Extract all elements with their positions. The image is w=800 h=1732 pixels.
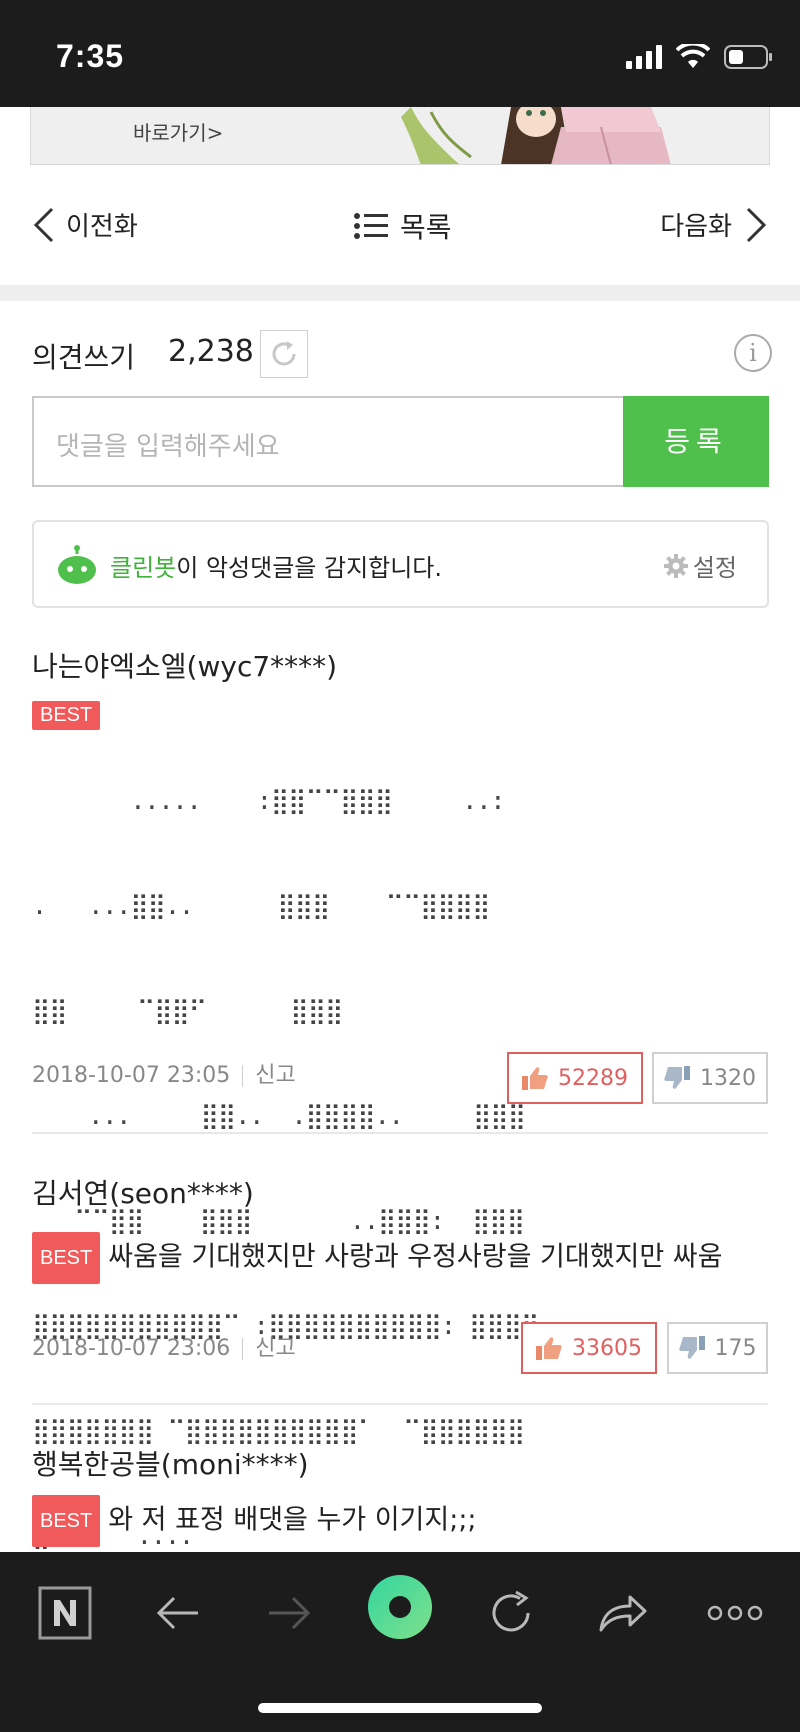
report-link[interactable]: 신고	[255, 1063, 295, 1088]
thumbs-down-icon	[664, 1066, 690, 1089]
comment-meta: 2018-10-07 23:05 신고	[32, 1057, 296, 1089]
episode-list-button[interactable]: 목록	[354, 206, 452, 246]
wifi-icon	[676, 44, 710, 68]
home-indicator[interactable]	[258, 1703, 542, 1713]
cleanbot-settings-button[interactable]: 설정	[663, 548, 737, 583]
like-count: 52289	[558, 1065, 628, 1091]
dislike-button[interactable]: 175	[667, 1322, 768, 1374]
art-line: ... ⣿⣿.. .⣿⣿⣿⣿.. ⣿⣿⣿	[32, 1101, 526, 1130]
forward-button[interactable]	[254, 1578, 324, 1648]
naver-home-button[interactable]	[30, 1578, 100, 1648]
art-line: ..... :⣿⣿⠉⠉⣿⣿⣿ ..:	[32, 786, 505, 815]
status-bar: 7:35	[0, 0, 800, 107]
dislike-count: 175	[714, 1335, 757, 1361]
comment-nickname: 나는야엑소엘(wyc7****)	[32, 650, 338, 683]
dislike-count: 1320	[700, 1065, 756, 1091]
comment-divider	[32, 1403, 768, 1405]
info-icon[interactable]: i	[734, 334, 772, 372]
green-dot-icon	[368, 1575, 432, 1639]
comment-text: 와 저 표정 배댓을 누가 이기지;;;	[108, 1504, 477, 1536]
promo-banner[interactable]: 바로가기>	[30, 107, 770, 165]
cleanbot-icon	[58, 545, 96, 584]
list-icon	[354, 213, 388, 239]
comments-title: 의견쓰기	[32, 341, 136, 374]
submit-comment-button[interactable]: 등록	[623, 396, 769, 487]
comment-body: BEST 싸움을 기대했지만 사랑과 우정사랑을 기대했지만 싸움	[32, 1232, 768, 1284]
naver-logo-icon	[38, 1586, 92, 1640]
dislike-button[interactable]: 1320	[652, 1052, 768, 1104]
banner-illustration	[401, 107, 671, 164]
comment-nickname: 김서연(seon****)	[32, 1177, 254, 1210]
reload-button[interactable]	[476, 1578, 546, 1648]
thumbs-up-icon	[536, 1337, 562, 1360]
comment-input-box: 댓글을 입력해주세요 등록	[32, 396, 769, 487]
comment-nickname: 행복한공블(moni****)	[32, 1448, 309, 1481]
battery-icon	[724, 45, 772, 69]
cleanbot-message: 클린봇이 악성댓글을 감지합니다.	[110, 548, 442, 583]
thumbs-up-icon	[522, 1067, 548, 1090]
reload-icon	[492, 1590, 530, 1632]
report-link[interactable]: 신고	[255, 1336, 295, 1361]
episode-navigation: 이전화 목록 다음화	[0, 200, 800, 256]
gear-icon	[663, 553, 688, 578]
refresh-icon	[272, 341, 296, 366]
best-badge: BEST	[32, 1232, 101, 1284]
comments-header: 의견쓰기 2,238 i	[32, 330, 772, 378]
meta-separator	[242, 1338, 244, 1360]
prev-episode-label: 이전화	[66, 212, 138, 242]
share-icon	[599, 1595, 647, 1632]
next-episode-label: 다음화	[660, 212, 732, 242]
status-time: 7:35	[56, 38, 125, 74]
comment-text: 싸움을 기대했지만 사랑과 우정사랑을 기대했지만 싸움	[108, 1241, 723, 1273]
best-badge: BEST	[32, 1495, 101, 1547]
chevron-right-icon	[746, 207, 767, 242]
comment-timestamp: 2018-10-07 23:06	[32, 1336, 231, 1361]
meta-separator	[242, 1065, 244, 1087]
episode-list-label: 목록	[400, 211, 452, 244]
comment-item: 행복한공블(moni****) BEST 와 저 표정 배댓을 누가 이기지;;;	[32, 1443, 768, 1551]
cleanbot-notice: 클린봇이 악성댓글을 감지합니다. 설정	[32, 520, 769, 608]
comment-meta: 2018-10-07 23:06 신고	[32, 1330, 296, 1362]
comment-input[interactable]: 댓글을 입력해주세요	[56, 426, 280, 463]
share-button[interactable]	[588, 1578, 658, 1648]
refresh-comments-button[interactable]	[260, 330, 308, 378]
back-button[interactable]	[143, 1578, 213, 1648]
next-episode-button[interactable]: 다음화	[660, 206, 768, 243]
comment-divider	[32, 1132, 768, 1134]
like-button[interactable]: 33605	[521, 1322, 657, 1374]
chevron-left-icon	[33, 207, 54, 242]
comment-timestamp: 2018-10-07 23:05	[32, 1063, 231, 1088]
art-line: . ...⣿⣿.. ⣿⣿⣿ ⠉⠉⣿⣿⣿⣿	[32, 891, 490, 920]
comments-count: 2,238	[168, 334, 254, 369]
green-dot-button[interactable]	[365, 1572, 435, 1642]
comment-item: 나는야엑소엘(wyc7****) BEST ..... :⣿⣿⠉⠉⣿⣿⣿ ..:…	[32, 645, 768, 1550]
section-divider	[0, 285, 800, 301]
system-indicators	[626, 44, 774, 70]
settings-label: 설정	[692, 554, 737, 582]
comment-item: 김서연(seon****) BEST 싸움을 기대했지만 사랑과 우정사랑을 기대…	[32, 1172, 768, 1377]
thumbs-down-icon	[678, 1336, 705, 1359]
cellular-signal-icon	[626, 45, 662, 69]
more-dots-icon	[707, 1605, 763, 1621]
art-line: ⣿⣿ ⠉⣿⣿⠋ ⣿⣿⣿	[32, 996, 343, 1025]
like-button[interactable]: 52289	[507, 1052, 643, 1104]
arrow-left-icon	[156, 1596, 198, 1630]
banner-link[interactable]: 바로가기>	[133, 117, 223, 146]
prev-episode-button[interactable]: 이전화	[32, 206, 138, 243]
cleanbot-text: 이 악성댓글을 감지합니다.	[176, 554, 443, 582]
more-menu-button[interactable]	[700, 1578, 770, 1648]
like-count: 33605	[572, 1335, 642, 1361]
comment-body: BEST 와 저 표정 배댓을 누가 이기지;;;	[32, 1495, 768, 1547]
arrow-right-icon	[269, 1596, 311, 1630]
cleanbot-name: 클린봇	[110, 554, 177, 582]
